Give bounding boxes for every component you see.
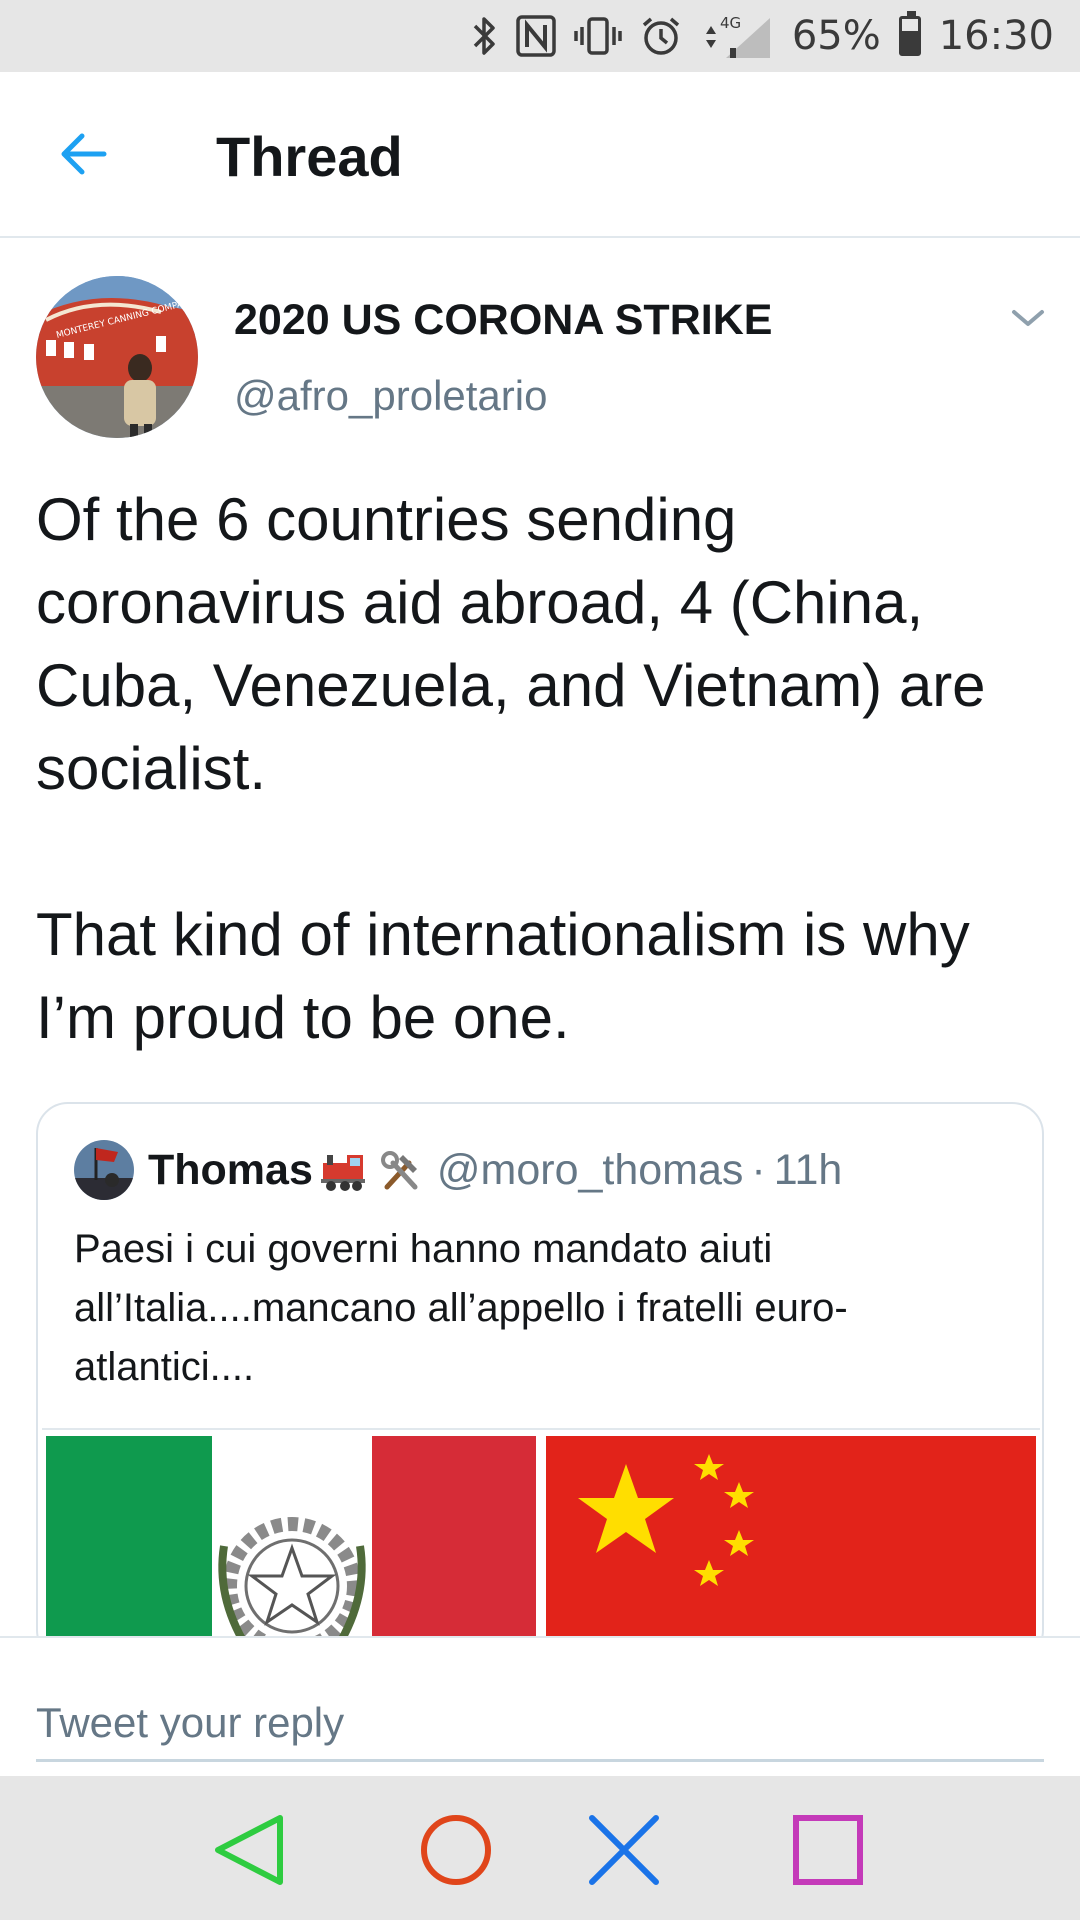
network-label: 4G xyxy=(720,14,741,32)
quoted-tweet-header: Thomas @moro_thomas · 11h xyxy=(148,1146,842,1195)
battery-icon xyxy=(898,0,921,72)
hammer-and-wrench-emoji-icon xyxy=(379,1149,423,1193)
battery-fill xyxy=(901,30,918,53)
reply-input[interactable] xyxy=(36,1686,1044,1762)
chevron-down-icon xyxy=(1012,310,1044,326)
author-avatar[interactable]: MONTEREY CANNING COMPANY xyxy=(36,276,198,438)
author-handle[interactable]: @afro_proletario xyxy=(234,372,547,420)
quoted-separator: · xyxy=(751,1146,766,1194)
tweet-text: Of the 6 countries sending coronavirus a… xyxy=(36,478,1046,1059)
circle-home-icon xyxy=(421,1815,491,1885)
quoted-tweet-text: Paesi i cui governi hanno mandato aiuti … xyxy=(74,1227,848,1389)
back-button[interactable] xyxy=(52,122,116,186)
quoted-author-avatar xyxy=(74,1140,134,1200)
arrow-left-icon xyxy=(61,133,107,175)
tweet-options-button[interactable] xyxy=(1006,302,1050,334)
bluetooth-icon xyxy=(472,0,498,72)
author-name[interactable]: 2020 US CORONA STRIKE xyxy=(234,296,772,345)
quoted-tweet-card[interactable]: Thomas @moro_thomas · 11h Paesi i cui go… xyxy=(36,1102,1044,1662)
app-header: Thread xyxy=(0,72,1080,238)
nav-cross-button[interactable] xyxy=(584,1810,664,1890)
locomotive-emoji-icon xyxy=(319,1149,367,1193)
nav-recents-button[interactable] xyxy=(788,1810,868,1890)
quoted-author-handle: @moro_thomas xyxy=(436,1146,744,1194)
cross-icon xyxy=(589,1815,659,1885)
tweet-text-paragraph: That kind of internationalism is why I’m… xyxy=(36,901,970,1051)
page-title: Thread xyxy=(216,125,403,188)
italy-flag-image xyxy=(46,1436,536,1660)
signal-icon: 4G xyxy=(700,0,774,72)
quoted-tweet-media[interactable] xyxy=(42,1428,1040,1660)
alarm-icon xyxy=(640,0,682,72)
nav-back-button[interactable] xyxy=(210,1810,290,1890)
tweet-text-paragraph: Of the 6 countries sending coronavirus a… xyxy=(36,486,986,802)
vibrate-icon xyxy=(574,0,622,72)
navigation-bar xyxy=(0,1776,1080,1920)
nav-home-button[interactable] xyxy=(416,1810,496,1890)
status-bar: 4G 65% 16:30 xyxy=(0,0,1080,72)
square-recents-icon xyxy=(793,1815,863,1885)
reply-bar xyxy=(0,1636,1080,1776)
battery-percent: 65% xyxy=(791,13,881,59)
triangle-back-icon xyxy=(215,1815,283,1885)
quoted-author-name: Thomas xyxy=(148,1146,313,1194)
clock: 16:30 xyxy=(938,13,1054,59)
nfc-icon xyxy=(516,0,556,72)
quoted-time: 11h xyxy=(773,1146,843,1194)
china-flag-image xyxy=(546,1436,1036,1660)
